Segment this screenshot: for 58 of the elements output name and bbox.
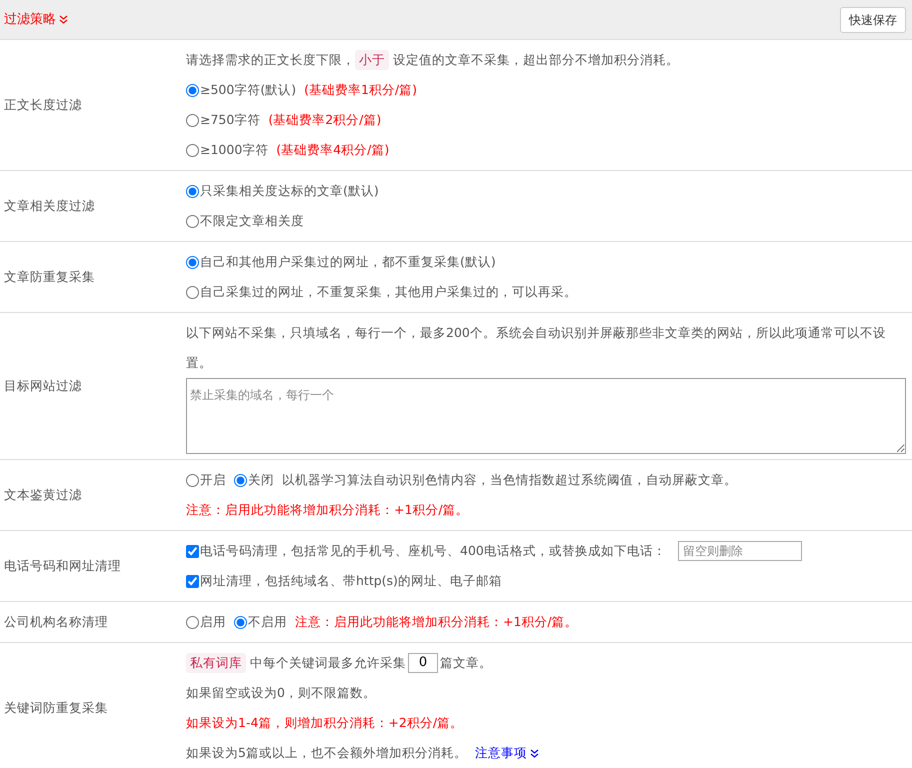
radio-button[interactable] xyxy=(186,114,199,126)
radio-button[interactable] xyxy=(186,286,199,298)
count-input-field[interactable]: 0 xyxy=(408,653,438,673)
double-chevron-icon xyxy=(530,748,539,758)
field-label: 关键词防重复采集 xyxy=(3,698,109,717)
notes-link[interactable]: 注意事项 xyxy=(474,738,527,768)
domain-textarea[interactable]: 禁止采集的域名，每行一个 xyxy=(186,378,906,454)
option-label: ≥1000字符 xyxy=(200,141,268,159)
checkbox[interactable] xyxy=(186,574,199,588)
double-chevron-icon xyxy=(59,15,68,24)
highlight-tag: 小于 xyxy=(355,50,389,70)
option-label: ≥750字符 xyxy=(200,111,260,129)
field-label: 电话号码和网址清理 xyxy=(3,556,122,575)
option-label: 关闭 xyxy=(248,471,274,489)
field-label: 正文长度过滤 xyxy=(3,96,83,114)
radio-button[interactable] xyxy=(186,144,199,156)
field-label: 文章防重复采集 xyxy=(3,268,96,286)
option-label: 电话号码清理，包括常见的手机号、座机号、400电话格式，或替换成如下电话： xyxy=(200,542,666,560)
radio-button[interactable] xyxy=(186,84,199,96)
radio-button[interactable] xyxy=(186,256,199,268)
field-label: 文章相关度过滤 xyxy=(3,196,96,215)
warning-text: 注意：启用此功能将增加积分消耗：+1积分/篇。 xyxy=(295,613,578,631)
option-label: 开启 xyxy=(200,471,226,489)
warning-text: (基础费率2积分/篇) xyxy=(268,111,382,129)
section-title: 过滤策略 xyxy=(4,10,56,29)
warning-text: (基础费率1积分/篇) xyxy=(304,81,418,99)
radio-button[interactable] xyxy=(234,474,247,486)
description-text: 设定值的文章不采集，超出部分不增加积分消耗。 xyxy=(393,51,679,69)
phone-input-field[interactable]: 留空则删除 xyxy=(678,541,802,561)
option-label: 网址清理，包括纯域名、带http(s)的网址、电子邮箱 xyxy=(200,572,502,590)
option-label: 自己和其他用户采集过的网址，都不重复采集(默认) xyxy=(200,253,496,271)
field-label: 目标网站过滤 xyxy=(3,376,83,395)
warning-text: (基础费率4积分/篇) xyxy=(276,141,390,159)
warning-text: 如果设为1-4篇，则增加积分消耗：+2积分/篇。 xyxy=(186,714,464,732)
description-text: 中每个关键词最多允许采集 xyxy=(250,654,406,672)
warning-text: 注意：启用此功能将增加积分消耗：+1积分/篇。 xyxy=(186,501,469,519)
radio-button[interactable] xyxy=(186,474,199,486)
highlight-tag: 私有词库 xyxy=(186,653,246,673)
option-label: ≥500字符(默认) xyxy=(200,81,296,99)
field-label: 文本鉴黄过滤 xyxy=(3,486,83,504)
option-label: 不启用 xyxy=(248,613,287,631)
field-label: 公司机构名称清理 xyxy=(3,612,109,631)
radio-button[interactable] xyxy=(186,214,199,228)
description-text: 篇文章。 xyxy=(440,654,492,672)
radio-button[interactable] xyxy=(186,616,199,628)
save-button[interactable]: 快速保存 xyxy=(840,6,906,32)
radio-button[interactable] xyxy=(186,184,199,198)
radio-button[interactable] xyxy=(234,616,247,628)
description-text: 以机器学习算法自动识别色情内容，当色情指数超过系统阈值，自动屏蔽文章。 xyxy=(282,471,737,489)
option-label: 不限定文章相关度 xyxy=(200,212,304,230)
checkbox[interactable] xyxy=(186,544,199,558)
description-text: 请选择需求的正文长度下限， xyxy=(186,51,355,69)
description-text: 如果设为5篇或以上，也不会额外增加积分消耗。 xyxy=(186,744,467,762)
option-label: 只采集相关度达标的文章(默认) xyxy=(200,182,379,200)
option-label: 自己采集过的网址，不重复采集，其他用户采集过的，可以再采。 xyxy=(200,283,577,301)
description-text: 如果留空或设为0，则不限篇数。 xyxy=(186,684,376,702)
option-label: 启用 xyxy=(200,613,226,631)
description-text: 以下网站不采集，只填域名，每行一个，最多200个。系统会自动识别并屏蔽那些非文章类的网站，所以此项通常可以不设置。 xyxy=(186,324,887,372)
